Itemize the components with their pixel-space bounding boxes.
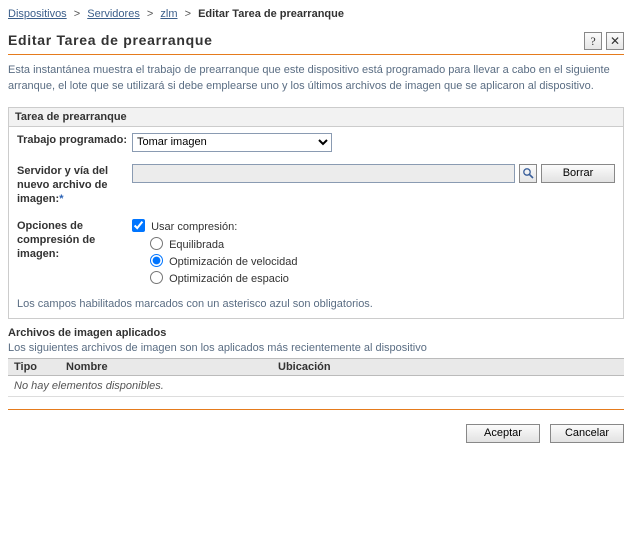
breadcrumb-current: Editar Tarea de prearranque <box>198 8 344 20</box>
balanced-radio[interactable] <box>150 237 163 250</box>
divider <box>8 54 624 55</box>
image-path-input[interactable] <box>132 164 515 183</box>
breadcrumb: Dispositivos > Servidores > zlm > Editar… <box>8 8 624 20</box>
space-radio[interactable] <box>150 271 163 284</box>
page-title: Editar Tarea de prearranque <box>8 32 213 48</box>
intro-text: Esta instantánea muestra el trabajo de p… <box>8 63 624 95</box>
image-path-label: Servidor y vía del nuevo archivo de imag… <box>17 164 132 207</box>
col-name: Nombre <box>60 358 272 375</box>
col-location: Ubicación <box>272 358 624 375</box>
use-compression-label[interactable]: Usar compresión: <box>151 221 237 233</box>
compression-label: Opciones de compresión de imagen: <box>17 219 132 262</box>
scheduled-job-label: Trabajo programado: <box>17 133 132 147</box>
use-compression-checkbox[interactable] <box>132 219 145 232</box>
balanced-label[interactable]: Equilibrada <box>169 239 224 251</box>
chevron-right-icon: > <box>74 8 80 20</box>
speed-label[interactable]: Optimización de velocidad <box>169 256 297 268</box>
clear-button[interactable]: Borrar <box>541 164 615 183</box>
space-label[interactable]: Optimización de espacio <box>169 273 289 285</box>
search-icon <box>522 167 534 179</box>
col-type: Tipo <box>8 358 60 375</box>
empty-message: No hay elementos disponibles. <box>8 375 624 396</box>
breadcrumb-link[interactable]: zlm <box>160 8 177 20</box>
required-note: Los campos habilitados marcados con un a… <box>9 294 623 318</box>
breadcrumb-link[interactable]: Dispositivos <box>8 8 67 20</box>
chevron-right-icon: > <box>185 8 191 20</box>
breadcrumb-link[interactable]: Servidores <box>87 8 140 20</box>
chevron-right-icon: > <box>147 8 153 20</box>
applied-table: Tipo Nombre Ubicación No hay elementos d… <box>8 358 624 397</box>
applied-title: Archivos de imagen aplicados <box>8 327 624 342</box>
panel-legend: Tarea de prearranque <box>9 108 623 127</box>
close-icon[interactable]: ✕ <box>606 32 624 50</box>
divider <box>8 409 624 410</box>
help-icon[interactable]: ? <box>584 32 602 50</box>
applied-desc: Los siguientes archivos de imagen son lo… <box>8 342 624 358</box>
browse-button[interactable] <box>519 164 537 183</box>
cancel-button[interactable]: Cancelar <box>550 424 624 443</box>
ok-button[interactable]: Aceptar <box>466 424 540 443</box>
speed-radio[interactable] <box>150 254 163 267</box>
preboot-task-panel: Tarea de prearranque Trabajo programado:… <box>8 107 624 319</box>
scheduled-job-select[interactable]: Tomar imagen <box>132 133 332 152</box>
table-row: No hay elementos disponibles. <box>8 375 624 396</box>
